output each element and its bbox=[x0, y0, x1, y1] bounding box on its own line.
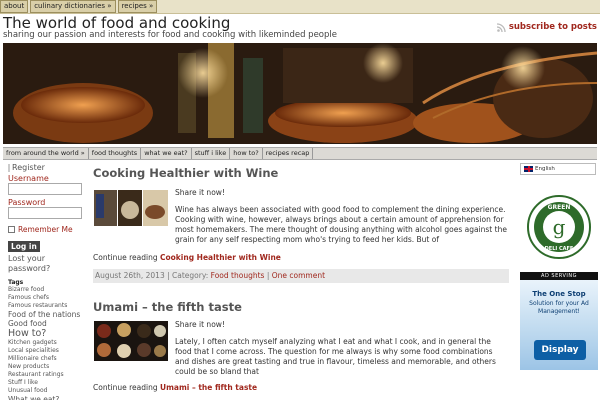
uk-flag-icon bbox=[524, 166, 533, 172]
continue-link-2[interactable]: Umami – the fifth taste bbox=[160, 383, 257, 392]
post-thumbnail-2[interactable] bbox=[94, 321, 168, 361]
category-nav: from around the world » food thoughts wh… bbox=[3, 147, 597, 160]
category-nav-world[interactable]: from around the world » bbox=[3, 148, 89, 159]
ad-serving-label: AD SERVING bbox=[520, 272, 598, 280]
tag-link[interactable]: New products bbox=[8, 363, 87, 371]
remember-me-label: Remember Me bbox=[18, 225, 73, 234]
category-link[interactable]: Food thoughts bbox=[211, 271, 265, 280]
subscribe-label: subscribe to posts bbox=[508, 22, 597, 32]
remember-me-checkbox[interactable] bbox=[8, 226, 15, 233]
username-label: Username bbox=[8, 174, 49, 183]
category-nav-stuff-i-like[interactable]: stuff i like bbox=[192, 148, 231, 159]
tag-link[interactable]: Local specialities bbox=[8, 347, 87, 355]
continue-link[interactable]: Cooking Healthier with Wine bbox=[160, 253, 281, 262]
password-label: Password bbox=[8, 198, 46, 207]
tag-link[interactable]: Bizarre food bbox=[8, 286, 87, 294]
post-excerpt-2: Lately, I often catch myself analyzing w… bbox=[175, 337, 496, 376]
post-title[interactable]: Cooking Healthier with Wine bbox=[93, 166, 511, 180]
tag-link[interactable]: How to? bbox=[8, 328, 87, 339]
ad-subline: Solution for your Ad Management! bbox=[529, 300, 589, 315]
post-thumbnail[interactable] bbox=[94, 190, 168, 226]
register-label: Register bbox=[12, 163, 45, 172]
post-excerpt: Wine has always been associated with goo… bbox=[175, 205, 507, 244]
continue-prefix: Continue reading bbox=[93, 253, 158, 262]
top-nav-about[interactable]: about bbox=[0, 0, 29, 13]
svg-text:g: g bbox=[553, 215, 566, 239]
lost-password-link[interactable]: Lost your password? bbox=[8, 254, 87, 274]
share-link[interactable]: Share it now! bbox=[175, 188, 225, 197]
left-sidebar: Register Username Password Remember Me L… bbox=[3, 163, 87, 400]
ad-banner[interactable]: The One Stop Solution for your Ad Manage… bbox=[520, 280, 598, 370]
username-input[interactable] bbox=[8, 183, 82, 195]
top-nav-culinary-dictionaries[interactable]: culinary dictionaries » bbox=[30, 0, 116, 13]
tag-cloud: Bizarre food Famous chefs Famous restauran… bbox=[3, 286, 87, 400]
category-nav-how-to[interactable]: how to? bbox=[230, 148, 263, 159]
login-button[interactable]: Log in bbox=[8, 241, 40, 252]
logo-top-text: GREEN bbox=[548, 204, 571, 211]
continue-reading[interactable]: Continue reading Cooking Healthier with … bbox=[93, 253, 281, 262]
category-prefix: Category: bbox=[172, 271, 209, 280]
site-tagline: sharing our passion and interests for fo… bbox=[3, 30, 337, 40]
tags-heading: Tags bbox=[8, 279, 24, 286]
tag-link[interactable]: Restaurant ratings bbox=[8, 371, 87, 379]
post-title-2[interactable]: Umami – the fifth taste bbox=[93, 300, 242, 314]
post-date: August 26th, 2013 bbox=[95, 271, 165, 280]
tag-link[interactable]: Food of the nations bbox=[8, 310, 87, 319]
category-nav-food-thoughts[interactable]: food thoughts bbox=[89, 148, 142, 159]
language-label: English bbox=[535, 166, 555, 172]
subscribe-link[interactable]: subscribe to posts bbox=[496, 22, 597, 32]
share-link-2[interactable]: Share it now! bbox=[175, 320, 225, 329]
top-nav: about culinary dictionaries » recipes » bbox=[0, 0, 158, 13]
ad-display-button[interactable]: Display bbox=[534, 340, 586, 360]
category-nav-what-we-eat[interactable]: what we eat? bbox=[141, 148, 192, 159]
post-meta: August 26th, 2013 | Category: Food thoug… bbox=[93, 269, 509, 283]
main-content: Cooking Healthier with Wine Share it now… bbox=[93, 163, 511, 400]
password-input[interactable] bbox=[8, 207, 82, 219]
remember-me[interactable]: Remember Me bbox=[8, 225, 87, 234]
register-marker-icon bbox=[8, 163, 10, 172]
continue-prefix-2: Continue reading bbox=[93, 383, 158, 392]
comments-link[interactable]: One comment bbox=[272, 271, 325, 280]
tag-link[interactable]: Millionaire chefs bbox=[8, 355, 87, 363]
right-sidebar: English g GREEN DELI CAFE AD SERVING The… bbox=[520, 163, 600, 400]
tag-link[interactable]: Famous restaurants bbox=[8, 302, 87, 310]
language-select[interactable]: English bbox=[520, 163, 596, 175]
header-banner-image bbox=[3, 43, 597, 144]
continue-reading-2[interactable]: Continue reading Umami – the fifth taste bbox=[93, 383, 257, 392]
register-link[interactable]: Register bbox=[8, 163, 87, 172]
top-nav-recipes[interactable]: recipes » bbox=[117, 0, 158, 13]
tag-link[interactable]: Good food bbox=[8, 319, 87, 328]
tag-link[interactable]: Famous chefs bbox=[8, 294, 87, 302]
green-deli-cafe-logo[interactable]: g GREEN DELI CAFE bbox=[527, 195, 591, 259]
tag-link[interactable]: Unusual food bbox=[8, 387, 87, 395]
tag-link[interactable]: What we eat? bbox=[8, 395, 87, 400]
logo-bottom-text: DELI CAFE bbox=[545, 246, 574, 252]
ad-headline: The One Stop bbox=[532, 290, 586, 298]
category-nav-recipes-recap[interactable]: recipes recap bbox=[263, 148, 314, 159]
tag-link[interactable]: Kitchen gadgets bbox=[8, 339, 87, 347]
tag-link[interactable]: Stuff I like bbox=[8, 379, 87, 387]
rss-icon bbox=[496, 22, 506, 32]
